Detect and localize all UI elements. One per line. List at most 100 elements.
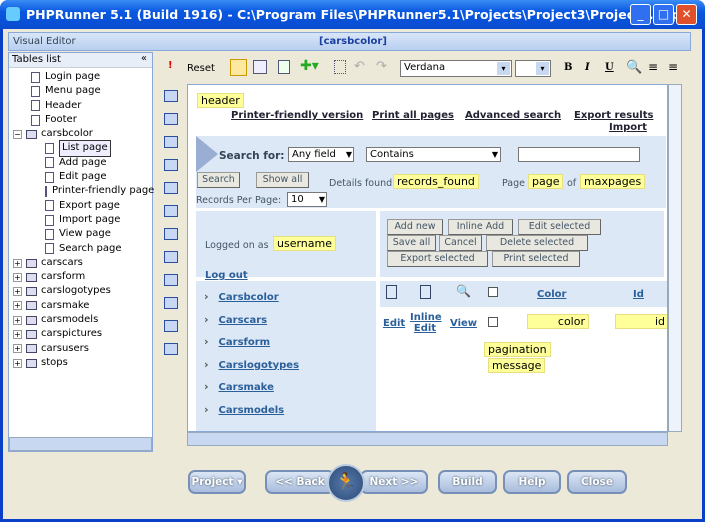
save-all-button[interactable]: Save all [387,235,436,251]
expand-icon[interactable]: + [13,329,22,339]
menu-item[interactable]: › Carsform [204,335,270,348]
tree-horizontal-scrollbar[interactable] [9,437,152,451]
font-select[interactable]: Verdana ▾ [400,60,512,77]
expand-icon[interactable]: + [13,272,22,282]
logout-link[interactable]: Log out [205,270,248,281]
insert-field-icon[interactable] [164,113,178,125]
export-selected-button[interactable]: Export selected [387,251,488,267]
pagination-placeholder[interactable]: pagination [484,342,551,357]
tree-item-table[interactable]: + carsmodels [13,313,152,327]
tree-item-menu[interactable]: Menu page [13,84,152,98]
tree-item-list-page[interactable]: List page [13,140,152,157]
menu-item[interactable]: › Carsmake [204,380,274,393]
view-link[interactable]: View [450,318,477,329]
merge-icon[interactable] [164,205,178,217]
tree-item-table[interactable]: + carslogotypes [13,284,152,298]
inline-edit-link[interactable]: Inline Edit [410,312,442,334]
show-all-button[interactable]: Show all [256,172,309,188]
tree-item-table[interactable]: + carspictures [13,327,152,341]
insert-column-icon[interactable] [164,182,178,194]
insert-link-icon[interactable] [164,251,178,263]
select-all-checkbox[interactable] [488,287,498,297]
menu-link[interactable]: Carsform [219,337,271,348]
collapse-button[interactable]: « [141,53,147,64]
expand-icon[interactable]: + [13,344,22,354]
align-left-icon[interactable]: ≡ [648,60,658,74]
records-per-page-select[interactable]: 10 ▼ [287,192,327,207]
menu-link[interactable]: Carscars [219,315,268,326]
tree-item-table[interactable]: + stops [13,356,152,370]
underline-button[interactable]: U [605,62,614,73]
add-new-button[interactable]: Add new [387,219,443,235]
split-icon[interactable] [164,228,178,240]
edit-link[interactable]: Edit [383,318,405,329]
tree-item-footer[interactable]: Footer [13,113,152,127]
design-mode-icon[interactable] [230,59,247,76]
tree-item-carsbcolor[interactable]: − carsbcolor [13,127,152,141]
italic-button[interactable]: I [585,62,590,73]
spellcheck-icon[interactable]: 🔍 [626,60,642,75]
row-checkbox[interactable] [488,317,498,327]
delete-selected-button[interactable]: Delete selected [486,235,588,251]
cancel-button[interactable]: Cancel [439,235,482,251]
maxpages-placeholder[interactable]: maxpages [580,174,646,189]
menu-item[interactable]: › Carslogotypes [204,358,299,371]
insert-row-icon[interactable] [164,159,178,171]
page-placeholder[interactable]: page [528,174,564,189]
menu-item[interactable]: › Carsbcolor [204,290,279,303]
collapse-icon[interactable]: − [13,129,22,139]
edit-selected-button[interactable]: Edit selected [518,219,601,235]
expand-icon[interactable]: + [13,315,22,325]
edit-icon[interactable] [278,60,290,74]
search-operator-select[interactable]: Contains ▼ [366,147,501,162]
color-placeholder[interactable]: color [527,314,589,329]
bold-button[interactable]: B [564,62,572,73]
minimize-button[interactable]: _ [630,4,651,25]
message-placeholder[interactable]: message [488,358,546,373]
close-window-button[interactable]: ✕ [676,4,697,25]
expand-icon[interactable]: + [13,358,22,368]
tree-item-printer-page[interactable]: Printer-friendly page [13,184,154,198]
help-button[interactable]: Help [503,470,561,494]
menu-item[interactable]: › Carscars [204,313,267,326]
menu-link[interactable]: Carslogotypes [219,360,300,371]
expand-icon[interactable]: + [13,258,22,268]
close-button[interactable]: Close [567,470,627,494]
font-size-select[interactable]: ▾ [515,60,551,77]
back-button[interactable]: << Back [265,470,335,494]
tree-item-search-page[interactable]: Search page [13,242,152,256]
header-placeholder[interactable]: header [197,93,244,108]
insert-table-icon[interactable] [164,90,178,102]
tree-item-edit-page[interactable]: Edit page [13,170,152,184]
project-button[interactable]: Project ▾ [188,470,246,494]
tree-item-table[interactable]: + carscars [13,256,152,270]
tab-icon[interactable] [164,320,178,332]
tree-item-table[interactable]: + carsusers [13,342,152,356]
build-button[interactable]: Build [438,470,497,494]
maximize-button[interactable]: □ [653,4,674,25]
align-center-icon[interactable]: ≡ [668,60,678,74]
id-placeholder[interactable]: id [615,314,667,329]
folder-icon[interactable] [164,343,178,355]
menu-link[interactable]: Carsmodels [219,405,285,416]
canvas-vertical-scrollbar[interactable] [668,84,682,432]
printer-friendly-link[interactable]: Printer-friendly version [231,110,363,121]
tree-item-table[interactable]: + carsform [13,270,152,284]
tree-item-login[interactable]: Login page [13,70,152,84]
redo-icon[interactable]: ↷ [376,59,387,74]
export-results-link[interactable]: Export results [574,110,653,121]
expand-icon[interactable]: + [13,301,22,311]
tree-item-add-page[interactable]: Add page [13,156,152,170]
menu-link[interactable]: Carsmake [219,382,274,393]
search-field-select[interactable]: Any field ▼ [288,147,354,162]
run-icon[interactable]: 🏃 [327,464,365,502]
tree-item-header[interactable]: Header [13,99,152,113]
color-column-header[interactable]: Color [537,289,566,300]
inline-add-button[interactable]: Inline Add [448,219,513,235]
import-link[interactable]: Import [609,122,647,133]
tree-item-view-page[interactable]: View page [13,227,152,241]
grid-icon[interactable] [164,297,178,309]
undo-icon[interactable]: ↶ [354,59,365,74]
properties-icon[interactable] [253,60,267,74]
tree-item-table[interactable]: + carsmake [13,299,152,313]
